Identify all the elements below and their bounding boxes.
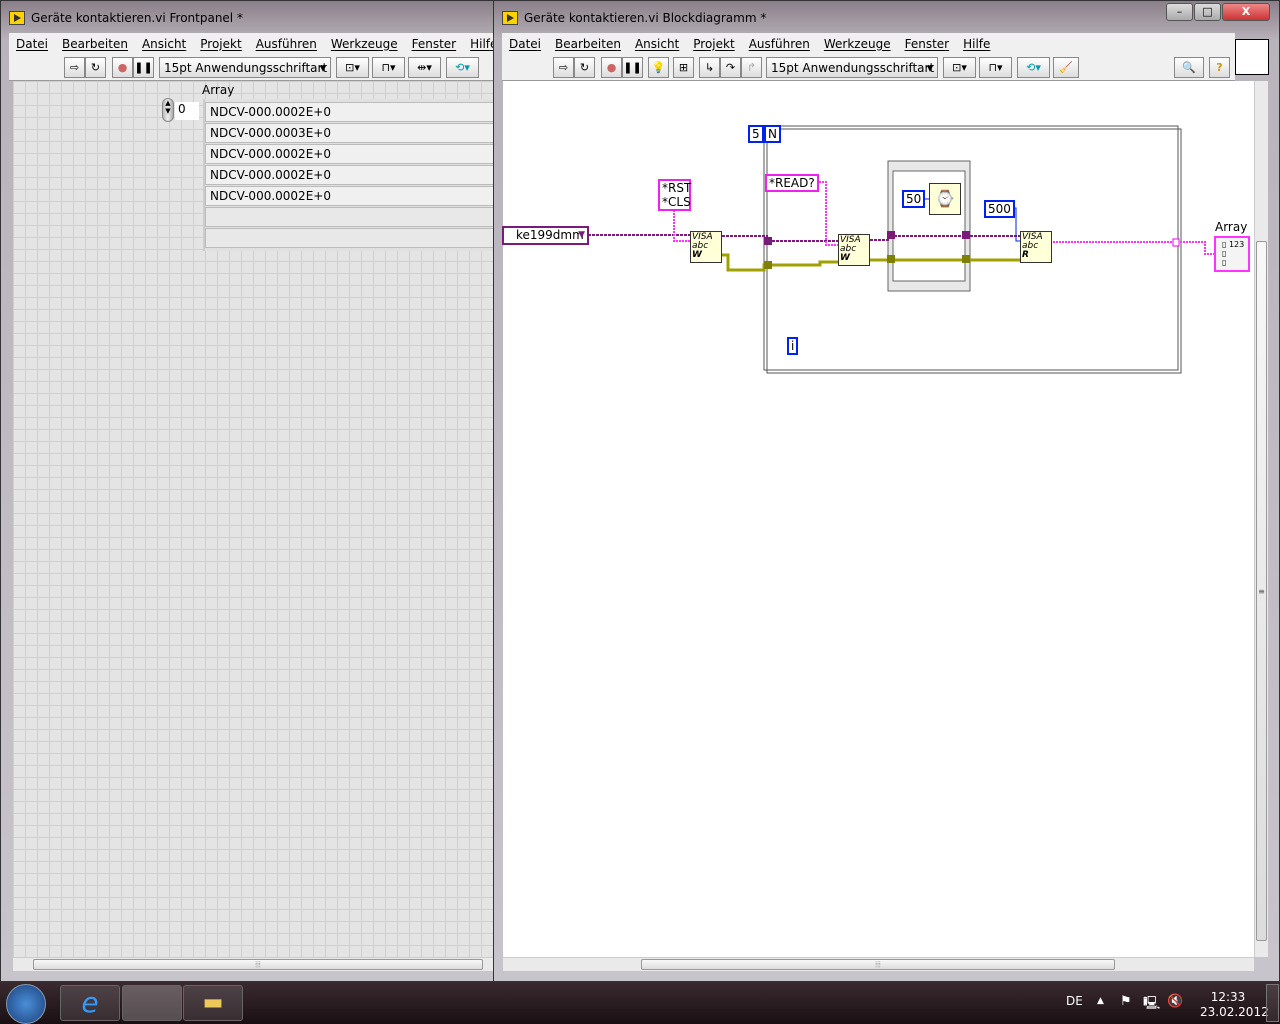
command-line: *RST — [662, 181, 692, 195]
error-tunnel — [962, 255, 970, 263]
clock[interactable]: 12:33 23.02.2012 — [1200, 990, 1269, 1020]
byte-count-constant[interactable]: 500 — [984, 200, 1015, 218]
command-line: *CLS — [662, 195, 691, 209]
labview-taskbar-icon[interactable] — [122, 985, 182, 1021]
language-indicator[interactable]: DE — [1066, 994, 1083, 1008]
for-loop-border[interactable] — [763, 125, 1179, 371]
explorer-folder-icon[interactable]: ▬ — [183, 985, 243, 1021]
error-tunnel — [764, 261, 772, 269]
visa-write-node[interactable]: VISA abc W — [690, 231, 722, 263]
clock-time: 12:33 — [1210, 990, 1246, 1004]
write-text: W — [692, 250, 702, 260]
clock-date: 23.02.2012 — [1200, 1005, 1269, 1019]
error-tunnel — [887, 255, 895, 263]
network-icon[interactable]: 🖳 — [1143, 994, 1160, 1016]
array-indicator-label: Array — [1215, 220, 1248, 234]
write-text: W — [840, 253, 850, 263]
start-button[interactable] — [6, 984, 46, 1024]
visa-tunnel — [764, 237, 772, 245]
visa-read-node[interactable]: VISA abc R — [1020, 231, 1052, 263]
wait-ms-constant[interactable]: 50 — [902, 190, 926, 208]
loop-count-constant[interactable]: 5 — [748, 125, 764, 143]
volume-muted-icon[interactable]: 🔇 — [1167, 994, 1183, 1009]
wait-clock-icon[interactable]: ⌚ — [929, 183, 961, 215]
visa-write-node[interactable]: VISA abc W — [838, 234, 870, 266]
visa-resource-constant[interactable]: ke199dmm ▼ — [502, 226, 589, 245]
read-command-constant[interactable]: *READ? — [765, 174, 819, 192]
wires — [588, 125, 1216, 374]
indexing-tunnel — [1172, 238, 1180, 247]
internet-explorer-icon[interactable]: e — [60, 985, 120, 1021]
init-command-constant[interactable]: *RST *CLS — [658, 179, 691, 211]
visa-resource-value: ke199dmm — [516, 228, 584, 242]
loop-count-terminal[interactable]: N — [764, 125, 781, 143]
show-hidden-icons-icon[interactable]: ▲ — [1097, 996, 1104, 1006]
for-loop-shadow — [766, 128, 1182, 374]
read-text: R — [1022, 250, 1029, 260]
array-indicator-terminal[interactable]: ▯ 123 ▯ ▯ — [1214, 236, 1250, 272]
show-desktop-button[interactable] — [1266, 984, 1279, 1022]
visa-tunnel — [962, 231, 970, 239]
action-center-flag-icon[interactable]: ⚑ — [1120, 994, 1132, 1009]
iteration-terminal: i — [787, 337, 799, 355]
visa-tunnel — [887, 231, 895, 239]
taskbar: e ▬ DE ▲ ⚑ 🖳 🔇 12:33 23.02.2012 — [0, 982, 1280, 1024]
chevron-down-icon[interactable]: ▼ — [578, 228, 585, 242]
